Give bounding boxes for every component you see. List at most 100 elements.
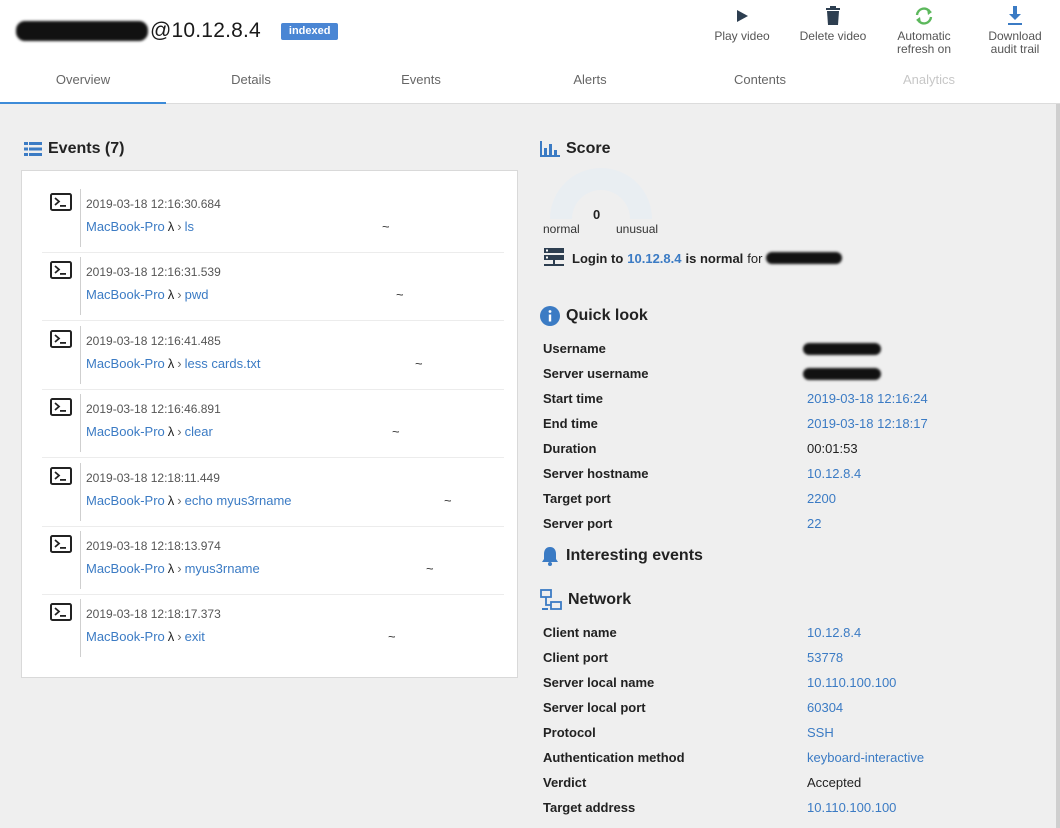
server-local-name-value[interactable]: 10.110.100.100 [807, 675, 896, 690]
interesting-events-title: Interesting events [566, 547, 703, 564]
event-host: MacBook-Pro [86, 493, 165, 508]
event-command: echo myus3rname [184, 493, 292, 508]
server-local-name-label: Server local name [543, 675, 655, 690]
terminal-icon [50, 603, 72, 626]
quicklook-title: Quick look [566, 307, 648, 324]
login-host-link[interactable]: 10.12.8.4 [627, 251, 681, 266]
prompt-symbol: λ [167, 424, 175, 439]
server-hostname-value[interactable]: 10.12.8.4 [807, 466, 861, 481]
terminal-icon [50, 398, 72, 421]
prompt-separator: › [177, 629, 182, 644]
tab-details[interactable]: Details [168, 60, 334, 104]
event-cwd: ~ [444, 493, 452, 508]
auth-method-value[interactable]: keyboard-interactive [807, 750, 924, 765]
prompt-separator: › [177, 493, 182, 508]
redacted-username [803, 343, 881, 355]
event-item[interactable]: 2019-03-18 12:16:31.539 MacBook-Pro λ › pwd… [42, 253, 504, 321]
tab-events[interactable]: Events [338, 60, 504, 104]
tab-bar: Overview Details Events Alerts Contents … [0, 60, 1060, 104]
event-command: myus3rname [184, 561, 260, 576]
terminal-icon [50, 535, 72, 558]
network-title: Network [568, 591, 632, 608]
event-timestamp: 2019-03-18 12:16:30.684 [86, 197, 221, 211]
event-item[interactable]: 2019-03-18 12:18:13.974 MacBook-Pro λ › myu… [42, 527, 504, 595]
server-icon [544, 248, 564, 268]
event-host: MacBook-Pro [86, 561, 165, 576]
duration-label: Duration [543, 441, 597, 456]
auto-refresh-toggle[interactable]: Automatic refresh on [884, 2, 964, 56]
event-command-line: MacBook-Pro λ › myus3rname [86, 561, 260, 576]
score-value: 0 [593, 207, 601, 222]
event-host: MacBook-Pro [86, 424, 165, 439]
server-local-port-value[interactable]: 60304 [807, 700, 843, 715]
event-cwd: ~ [415, 356, 423, 371]
terminal-icon [50, 330, 72, 353]
event-item[interactable]: 2019-03-18 12:16:30.684 MacBook-Pro λ › ls … [42, 185, 504, 253]
client-name-value[interactable]: 10.12.8.4 [807, 625, 861, 640]
tab-alerts[interactable]: Alerts [507, 60, 673, 104]
event-timestamp: 2019-03-18 12:16:46.891 [86, 402, 221, 416]
event-timestamp: 2019-03-18 12:18:11.449 [86, 471, 220, 485]
event-command-line: MacBook-Pro λ › pwd [86, 287, 208, 302]
verdict-value: Accepted [807, 775, 862, 790]
session-host: @10.12.8.4 [150, 19, 261, 42]
event-cwd: ~ [426, 561, 434, 576]
divider [80, 463, 81, 521]
client-name-label: Client name [543, 625, 617, 640]
client-port-value[interactable]: 53778 [807, 650, 843, 665]
server-port-label: Server port [543, 516, 613, 531]
prompt-symbol: λ [167, 561, 175, 576]
event-item[interactable]: 2019-03-18 12:18:11.449 MacBook-Pro λ › ech… [42, 459, 504, 527]
session-header: @10.12.8.4 indexed Play video Delete vid… [0, 0, 1060, 104]
network-heading: Network [540, 589, 631, 611]
event-host: MacBook-Pro [86, 219, 165, 234]
start-time-value[interactable]: 2019-03-18 12:16:24 [807, 391, 928, 406]
event-timestamp: 2019-03-18 12:18:17.373 [86, 607, 221, 621]
event-timestamp: 2019-03-18 12:18:13.974 [86, 539, 221, 553]
prompt-separator: › [177, 287, 182, 302]
play-video-button[interactable]: Play video [702, 2, 782, 43]
terminal-icon [50, 467, 72, 490]
event-command-line: MacBook-Pro λ › clear [86, 424, 213, 439]
score-title: Score [566, 140, 611, 157]
tab-overview[interactable]: Overview [0, 60, 166, 104]
prompt-separator: › [177, 219, 182, 234]
event-item[interactable]: 2019-03-18 12:18:17.373 MacBook-Pro λ › exi… [42, 595, 504, 663]
event-item[interactable]: 2019-03-18 12:16:46.891 MacBook-Pro λ › cle… [42, 390, 504, 458]
event-cwd: ~ [392, 424, 400, 439]
play-icon [702, 2, 782, 30]
list-icon [24, 142, 42, 156]
event-item[interactable]: 2019-03-18 12:16:41.485 MacBook-Pro λ › les… [42, 322, 504, 390]
terminal-icon [50, 193, 72, 216]
target-address-value[interactable]: 10.110.100.100 [807, 800, 896, 815]
start-time-label: Start time [543, 391, 603, 406]
tab-analytics: Analytics [902, 72, 956, 87]
prompt-separator: › [177, 424, 182, 439]
server-port-value[interactable]: 22 [807, 516, 821, 531]
event-command: clear [184, 424, 213, 439]
login-verdict: is normal [685, 250, 744, 266]
score-heading: Score [540, 140, 610, 158]
login-for: for [747, 250, 763, 266]
protocol-value[interactable]: SSH [807, 725, 834, 740]
end-time-value[interactable]: 2019-03-18 12:18:17 [807, 416, 928, 431]
target-port-value[interactable]: 2200 [807, 491, 836, 506]
scrollbar[interactable] [1056, 104, 1060, 828]
event-cwd: ~ [388, 629, 396, 644]
event-command: pwd [184, 287, 209, 302]
target-address-label: Target address [543, 800, 636, 815]
download-audit-button[interactable]: Download audit trail [975, 2, 1055, 56]
event-command-line: MacBook-Pro λ › exit [86, 629, 205, 644]
prompt-separator: › [177, 356, 182, 371]
event-command-line: MacBook-Pro λ › ls [86, 219, 194, 234]
redacted-username [766, 252, 843, 264]
tab-contents[interactable]: Contents [677, 60, 843, 104]
prompt-symbol: λ [167, 493, 175, 508]
event-command: less cards.txt [184, 356, 261, 371]
protocol-label: Protocol [543, 725, 596, 740]
download-icon [975, 2, 1055, 30]
gauge-min-label: normal [543, 222, 580, 236]
divider [80, 189, 81, 247]
divider [80, 531, 81, 589]
delete-video-button[interactable]: Delete video [793, 2, 873, 43]
